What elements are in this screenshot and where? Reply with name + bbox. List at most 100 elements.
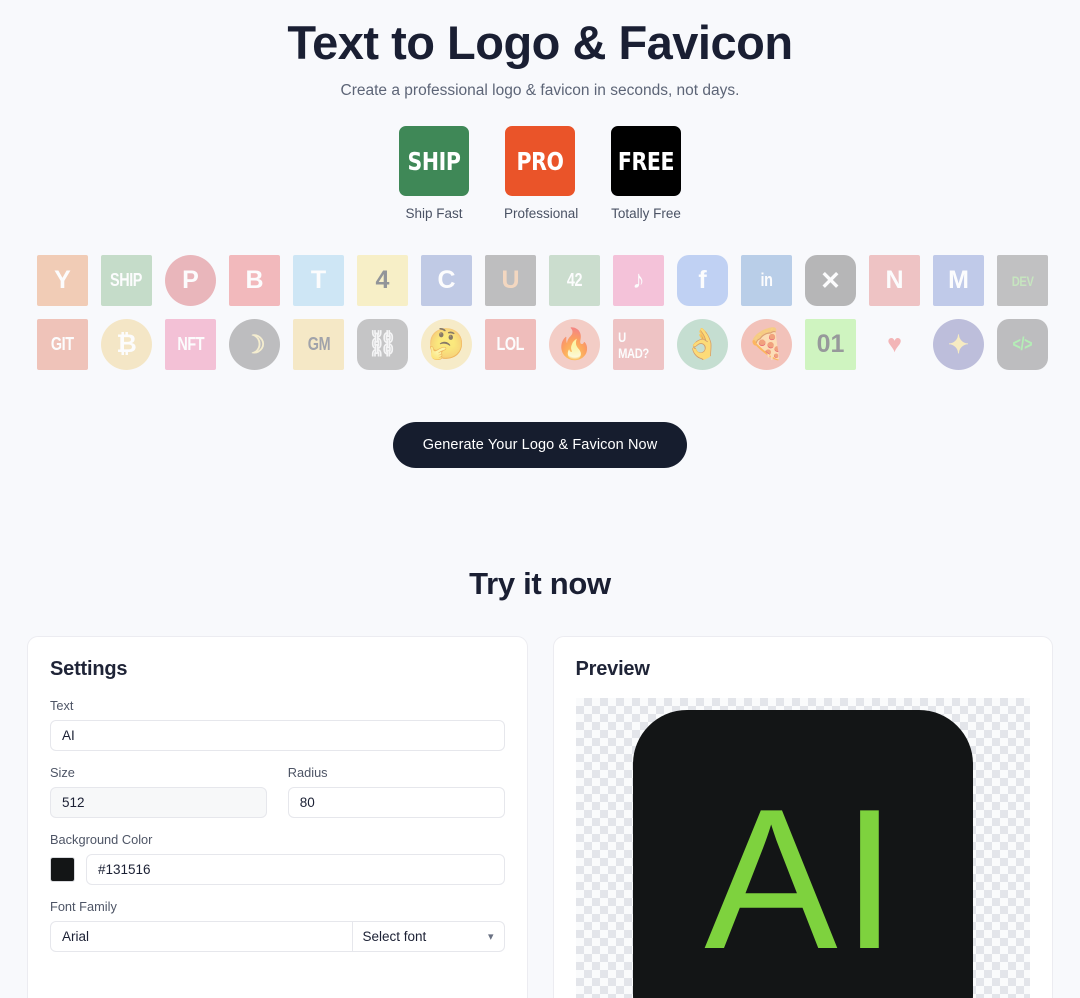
icon-glyph: GM <box>307 334 330 354</box>
icon-y[interactable]: Y <box>37 255 88 306</box>
icon-glyph: ₿ <box>116 330 137 358</box>
icon-x[interactable]: ✕ <box>805 255 856 306</box>
icon-glyph: ♥ <box>887 330 902 358</box>
icon-facebook[interactable]: f <box>677 255 728 306</box>
icon-4[interactable]: 4 <box>357 255 408 306</box>
icon-linkedin[interactable]: in <box>741 255 792 306</box>
page-title: Text to Logo & Favicon <box>287 16 793 69</box>
font-family-row: Select font ▾ <box>50 921 505 952</box>
icon-glyph: ♪ <box>632 266 645 294</box>
icon-lol[interactable]: LOL <box>485 319 536 370</box>
icon-glyph: 🤔 <box>427 327 466 361</box>
icon-glyph: NFT <box>177 334 204 354</box>
feature-badge: FREE Totally Free <box>610 126 682 221</box>
page-subtitle: Create a professional logo & favicon in … <box>340 82 740 99</box>
icon-glyph: N <box>885 266 904 294</box>
page-root: Text to Logo & Favicon Create a professi… <box>0 0 1080 998</box>
icon-glyph: SHIP <box>110 270 143 290</box>
feature-label: Ship Fast <box>405 206 463 221</box>
feature-tile-text: SHIP <box>407 146 461 176</box>
text-field-label: Text <box>50 698 74 713</box>
generate-logo-button[interactable]: Generate Your Logo & Favicon Now <box>392 422 688 468</box>
feature-tile-text: PRO <box>516 146 564 176</box>
icon-pizza[interactable]: 🍕 <box>741 319 792 370</box>
icon-gm[interactable]: GM <box>293 319 344 370</box>
icon-glyph: </> <box>1012 334 1033 354</box>
icon-dna[interactable]: ⛓ <box>357 319 408 370</box>
icon-moon[interactable]: ☽ <box>229 319 280 370</box>
feature-label: Professional <box>504 206 579 221</box>
icon-glyph: ⛓ <box>366 330 399 358</box>
icon-glyph: 42 <box>566 270 583 290</box>
icon-glyph: ✕ <box>820 266 841 295</box>
icon-b[interactable]: B <box>229 255 280 306</box>
size-radius-row: Size Radius <box>50 765 505 818</box>
icon-glyph: P <box>182 266 199 294</box>
icon-row: GIT ₿ NFT ☽ GM ⛓ 🤔 LOL 🔥 U MAD? 👌 🍕 01 ♥ ✦ </> <box>37 319 1048 370</box>
icon-glyph: 🔥 <box>555 327 594 361</box>
icon-u[interactable]: U <box>485 255 536 306</box>
icon-music[interactable]: ♪ <box>613 255 664 306</box>
chevron-down-icon: ▾ <box>487 931 494 943</box>
background-color-row <box>50 854 505 885</box>
color-swatch[interactable] <box>50 857 75 882</box>
panels-container: Settings Text Size Radius Background Col… <box>27 636 1053 998</box>
generated-logo: AI <box>632 710 973 998</box>
feature-tile-text: FREE <box>617 146 675 176</box>
icon-nft[interactable]: NFT <box>165 319 216 370</box>
icon-glyph: C <box>437 266 456 294</box>
background-color-input[interactable] <box>86 854 505 885</box>
icon-heart[interactable]: ♥ <box>869 319 920 370</box>
icon-sparkle[interactable]: ✦ <box>933 319 984 370</box>
icon-showcase-grid: Y SHIP P B T 4 C U 42 ♪ f in ✕ N M DEV GIT ₿ NFT ☽ GM ⛓ 🤔 LOL 🔥 U… <box>37 255 1048 370</box>
size-field-group: Size <box>50 765 267 818</box>
icon-row: Y SHIP P B T 4 C U 42 ♪ f in ✕ N M DEV <box>37 255 1048 306</box>
icon-thinking[interactable]: 🤔 <box>421 319 472 370</box>
feature-badges: SHIP Ship Fast PRO Professional FREE Totally … <box>0 126 1080 221</box>
icon-42[interactable]: 42 <box>549 255 600 306</box>
font-select-label: Select font <box>362 929 427 944</box>
radius-field-label: Radius <box>287 765 328 780</box>
icon-t[interactable]: T <box>293 255 344 306</box>
settings-title: Settings <box>50 658 128 680</box>
icon-dev[interactable]: DEV <box>997 255 1048 306</box>
try-it-now-heading: Try it now <box>469 566 611 601</box>
icon-ok-hand[interactable]: 👌 <box>677 319 728 370</box>
icon-glyph: in <box>760 270 773 290</box>
icon-c[interactable]: C <box>421 255 472 306</box>
icon-ship[interactable]: SHIP <box>101 255 152 306</box>
feature-tile-ship: SHIP <box>399 126 469 196</box>
text-input[interactable] <box>50 720 505 751</box>
font-family-input[interactable] <box>50 921 353 952</box>
icon-01[interactable]: 01 <box>805 319 856 370</box>
feature-tile-pro: PRO <box>505 126 575 196</box>
icon-code[interactable]: </> <box>997 319 1048 370</box>
icon-m[interactable]: M <box>933 255 984 306</box>
icon-p[interactable]: P <box>165 255 216 306</box>
feature-badge: PRO Professional <box>504 126 579 221</box>
preview-panel: Preview AI <box>552 636 1053 998</box>
icon-git[interactable]: GIT <box>37 319 88 370</box>
font-select[interactable]: Select font ▾ <box>352 921 505 952</box>
icon-bitcoin[interactable]: ₿ <box>101 319 152 370</box>
background-color-group: Background Color <box>50 832 505 885</box>
icon-fire[interactable]: 🔥 <box>549 319 600 370</box>
size-input[interactable] <box>50 787 267 818</box>
preview-title: Preview <box>575 658 650 680</box>
icon-glyph: 01 <box>816 330 845 358</box>
radius-input[interactable] <box>287 787 505 818</box>
font-family-group: Font Family Select font ▾ <box>50 899 505 952</box>
cta-section: Generate Your Logo & Favicon Now <box>0 422 1080 468</box>
icon-glyph: DEV <box>1011 272 1034 289</box>
icon-glyph: B <box>245 266 264 294</box>
settings-panel: Settings Text Size Radius Background Col… <box>27 636 528 998</box>
icon-glyph: 👌 <box>683 327 722 361</box>
icon-glyph: Y <box>54 266 71 294</box>
icon-glyph: f <box>698 266 707 294</box>
feature-tile-free: FREE <box>611 126 681 196</box>
logo-text: AI <box>704 768 902 991</box>
icon-glyph: LOL <box>496 334 525 354</box>
icon-umad[interactable]: U MAD? <box>613 319 664 370</box>
icon-glyph: U <box>501 266 520 294</box>
icon-n[interactable]: N <box>869 255 920 306</box>
